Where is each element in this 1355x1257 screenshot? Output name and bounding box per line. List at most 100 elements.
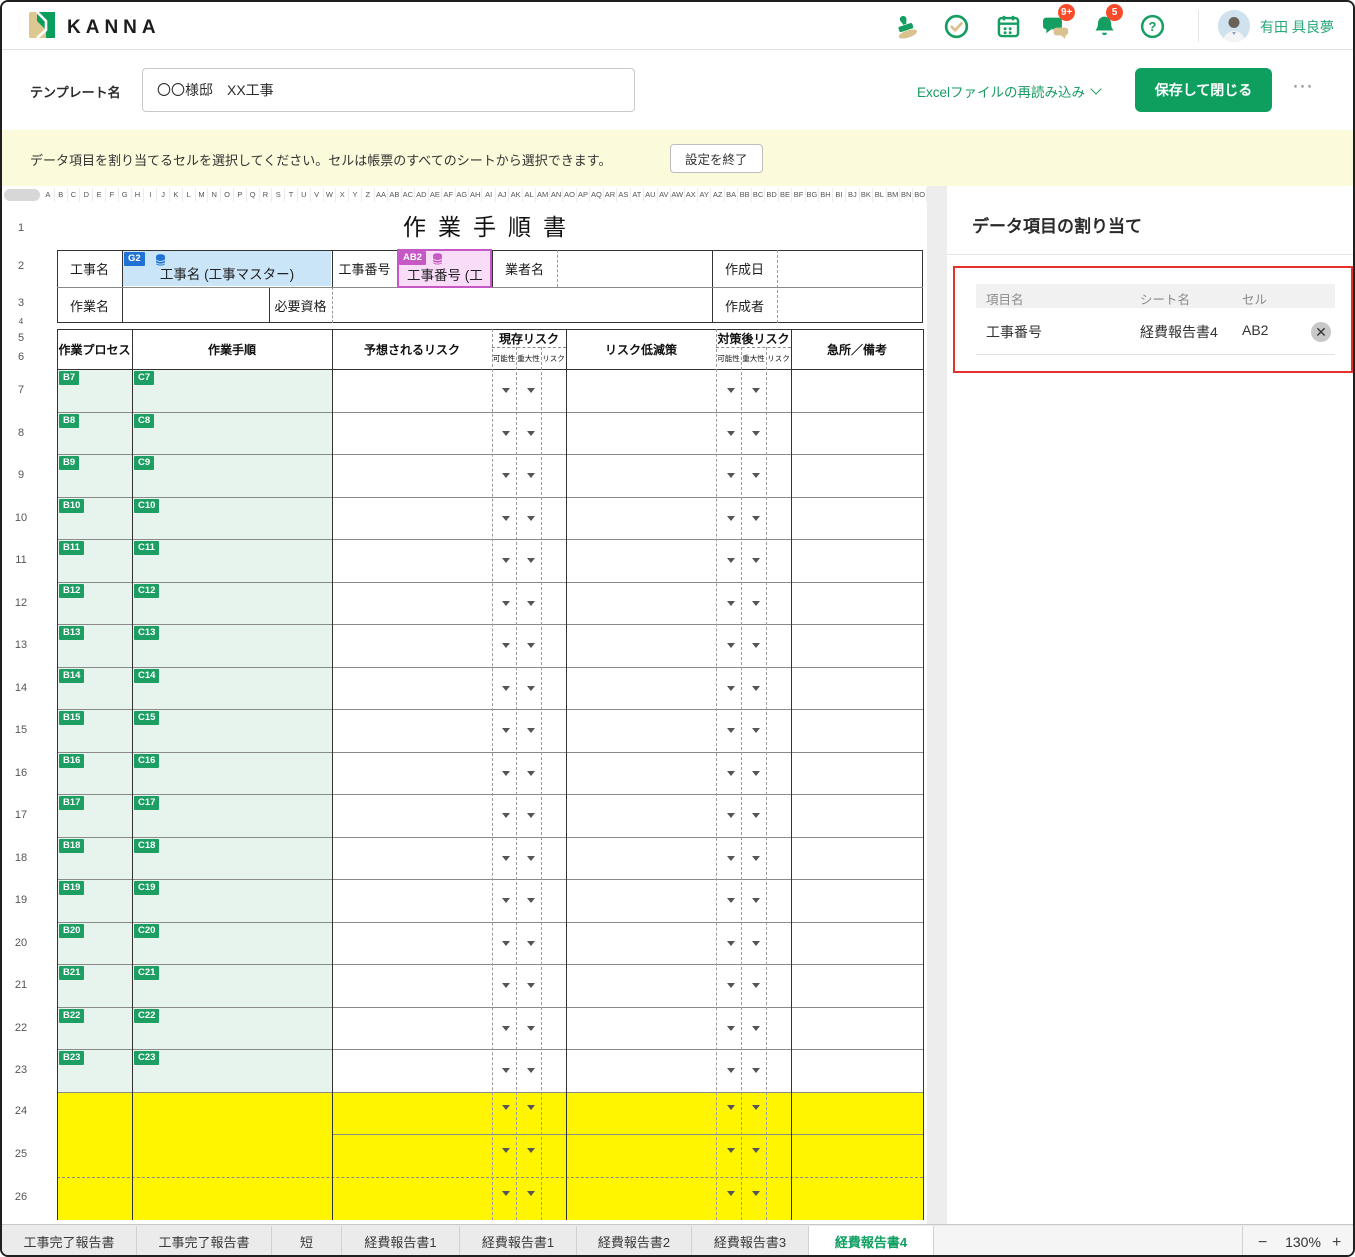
- dropdown-arrow[interactable]: [502, 1191, 510, 1196]
- dropdown-arrow[interactable]: [752, 388, 760, 393]
- dropdown-arrow[interactable]: [527, 1068, 535, 1073]
- dropdown-arrow[interactable]: [502, 941, 510, 946]
- dropdown-arrow[interactable]: [752, 1191, 760, 1196]
- dropdown-arrow[interactable]: [527, 856, 535, 861]
- dropdown-arrow[interactable]: [727, 601, 735, 606]
- dropdown-arrow[interactable]: [752, 898, 760, 903]
- dropdown-arrow[interactable]: [752, 856, 760, 861]
- dropdown-arrow[interactable]: [727, 1148, 735, 1153]
- dropdown-arrow[interactable]: [527, 601, 535, 606]
- dropdown-arrow[interactable]: [752, 473, 760, 478]
- sheet-corner-scrollbar[interactable]: [4, 189, 40, 201]
- dropdown-arrow[interactable]: [502, 728, 510, 733]
- sheet-tab[interactable]: 経費報告書3: [692, 1226, 809, 1257]
- dropdown-arrow[interactable]: [752, 516, 760, 521]
- dropdown-arrow[interactable]: [752, 983, 760, 988]
- dropdown-arrow[interactable]: [727, 686, 735, 691]
- dropdown-arrow[interactable]: [502, 1026, 510, 1031]
- help-icon[interactable]: ?: [1139, 13, 1166, 40]
- dropdown-arrow[interactable]: [727, 473, 735, 478]
- avatar[interactable]: [1218, 10, 1250, 42]
- assigned-cell-koji-bango[interactable]: AB2工事番号 (工: [397, 249, 492, 288]
- dropdown-arrow[interactable]: [502, 473, 510, 478]
- dropdown-arrow[interactable]: [727, 983, 735, 988]
- check-circle-icon[interactable]: [943, 13, 970, 40]
- dropdown-arrow[interactable]: [502, 771, 510, 776]
- save-close-button[interactable]: 保存して閉じる: [1135, 68, 1272, 112]
- template-name-input[interactable]: [142, 68, 635, 112]
- dropdown-arrow[interactable]: [752, 771, 760, 776]
- end-settings-button[interactable]: 設定を終了: [670, 144, 763, 173]
- dropdown-arrow[interactable]: [727, 1105, 735, 1110]
- dropdown-arrow[interactable]: [502, 388, 510, 393]
- dropdown-arrow[interactable]: [727, 941, 735, 946]
- sheet-tab[interactable]: 短: [272, 1226, 342, 1257]
- dropdown-arrow[interactable]: [502, 983, 510, 988]
- dropdown-arrow[interactable]: [727, 771, 735, 776]
- dropdown-arrow[interactable]: [527, 771, 535, 776]
- dropdown-arrow[interactable]: [527, 388, 535, 393]
- dropdown-arrow[interactable]: [502, 813, 510, 818]
- zoom-in-button[interactable]: +: [1332, 1225, 1341, 1257]
- excel-reload-link[interactable]: Excelファイルの再読み込み: [917, 81, 1100, 101]
- dropdown-arrow[interactable]: [527, 1105, 535, 1110]
- dropdown-arrow[interactable]: [502, 516, 510, 521]
- stamp-icon[interactable]: [892, 13, 919, 40]
- sheet-tab[interactable]: 工事完了報告書: [2, 1226, 137, 1257]
- dropdown-arrow[interactable]: [727, 388, 735, 393]
- sheet-tab[interactable]: 経費報告書2: [577, 1226, 692, 1257]
- dropdown-arrow[interactable]: [727, 856, 735, 861]
- dropdown-arrow[interactable]: [752, 1068, 760, 1073]
- dropdown-arrow[interactable]: [527, 473, 535, 478]
- dropdown-arrow[interactable]: [727, 898, 735, 903]
- dropdown-arrow[interactable]: [527, 813, 535, 818]
- dropdown-arrow[interactable]: [527, 983, 535, 988]
- dropdown-arrow[interactable]: [727, 431, 735, 436]
- dropdown-arrow[interactable]: [727, 728, 735, 733]
- dropdown-arrow[interactable]: [502, 1105, 510, 1110]
- dropdown-arrow[interactable]: [727, 813, 735, 818]
- dropdown-arrow[interactable]: [502, 558, 510, 563]
- sheet-tab-active[interactable]: 経費報告書4: [809, 1226, 934, 1257]
- dropdown-arrow[interactable]: [502, 431, 510, 436]
- dropdown-arrow[interactable]: [752, 643, 760, 648]
- dropdown-arrow[interactable]: [502, 1068, 510, 1073]
- dropdown-arrow[interactable]: [527, 516, 535, 521]
- dropdown-arrow[interactable]: [502, 1148, 510, 1153]
- dropdown-arrow[interactable]: [727, 1026, 735, 1031]
- dropdown-arrow[interactable]: [502, 686, 510, 691]
- dropdown-arrow[interactable]: [502, 898, 510, 903]
- sheet-tab[interactable]: 経費報告書1: [342, 1226, 460, 1257]
- dropdown-arrow[interactable]: [752, 431, 760, 436]
- dropdown-arrow[interactable]: [527, 431, 535, 436]
- dropdown-arrow[interactable]: [727, 558, 735, 563]
- dropdown-arrow[interactable]: [527, 941, 535, 946]
- sheet-tab[interactable]: 工事完了報告書: [137, 1226, 272, 1257]
- dropdown-arrow[interactable]: [752, 1026, 760, 1031]
- dropdown-arrow[interactable]: [727, 643, 735, 648]
- dropdown-arrow[interactable]: [527, 686, 535, 691]
- dropdown-arrow[interactable]: [752, 1105, 760, 1110]
- dropdown-arrow[interactable]: [752, 813, 760, 818]
- dropdown-arrow[interactable]: [502, 643, 510, 648]
- dropdown-arrow[interactable]: [727, 1191, 735, 1196]
- user-name[interactable]: 有田 具良夢: [1260, 17, 1334, 37]
- more-menu-button[interactable]: ⋯: [1292, 74, 1315, 99]
- dropdown-arrow[interactable]: [527, 1191, 535, 1196]
- dropdown-arrow[interactable]: [502, 601, 510, 606]
- dropdown-arrow[interactable]: [752, 601, 760, 606]
- calendar-icon[interactable]: [995, 13, 1022, 40]
- dropdown-arrow[interactable]: [527, 898, 535, 903]
- dropdown-arrow[interactable]: [752, 686, 760, 691]
- dropdown-arrow[interactable]: [527, 1026, 535, 1031]
- dropdown-arrow[interactable]: [727, 516, 735, 521]
- dropdown-arrow[interactable]: [752, 558, 760, 563]
- dropdown-arrow[interactable]: [502, 856, 510, 861]
- zoom-out-button[interactable]: −: [1258, 1225, 1267, 1257]
- dropdown-arrow[interactable]: [527, 558, 535, 563]
- dropdown-arrow[interactable]: [752, 941, 760, 946]
- dropdown-arrow[interactable]: [527, 1148, 535, 1153]
- delete-assignment-button[interactable]: ✕: [1311, 322, 1331, 342]
- dropdown-arrow[interactable]: [752, 728, 760, 733]
- dropdown-arrow[interactable]: [527, 728, 535, 733]
